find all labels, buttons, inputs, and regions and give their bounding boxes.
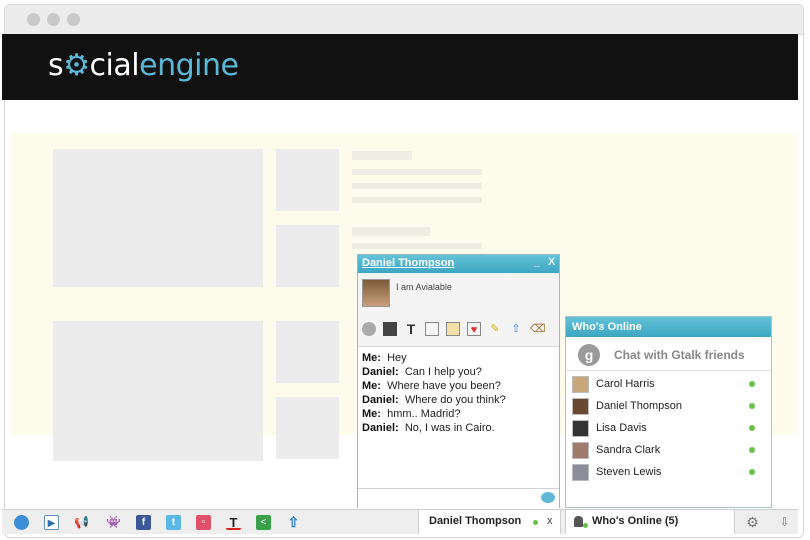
- friend-item[interactable]: Sandra Clark: [572, 441, 767, 461]
- placeholder-thumb: [276, 397, 339, 459]
- chat-message: Daniel: No, I was in Cairo.: [362, 422, 495, 434]
- logo-gear-icon: ⚙: [63, 48, 90, 83]
- settings-gear-icon[interactable]: ⚙: [745, 515, 760, 530]
- gtalk-connect[interactable]: g Chat with Gtalk friends: [566, 339, 771, 371]
- site-header: s⚙cialengine: [2, 34, 798, 100]
- whos-online-header: Who's Online: [566, 317, 771, 337]
- dock-chat-tab-close[interactable]: x: [547, 515, 553, 527]
- browser-titlebar: [5, 5, 803, 35]
- twitter-icon[interactable]: t: [166, 515, 181, 530]
- share-icon[interactable]: <: [256, 515, 271, 530]
- chat-message: Daniel: Can I help you?: [362, 366, 482, 378]
- placeholder-line: [352, 227, 430, 236]
- emoticon-icon[interactable]: [362, 322, 376, 336]
- logo-text-s: s: [48, 48, 64, 83]
- chat-contact-name[interactable]: Daniel Thompson: [362, 257, 454, 269]
- friend-name: Carol Harris: [596, 378, 655, 390]
- chat-close-button[interactable]: X: [548, 256, 555, 268]
- dock-chat-tab[interactable]: Daniel Thompson x: [418, 510, 561, 534]
- chat-message: Me: Where have you been?: [362, 380, 501, 392]
- dock-online-tab[interactable]: Who's Online (5): [565, 510, 735, 534]
- megaphone-icon[interactable]: 📢: [74, 515, 89, 530]
- whiteboard-icon[interactable]: [425, 322, 439, 336]
- friend-name: Daniel Thompson: [596, 400, 683, 412]
- online-status-dot: [749, 447, 755, 453]
- upload-icon[interactable]: ⇧: [286, 515, 301, 530]
- friend-avatar: [572, 398, 589, 415]
- window-zoom-dot[interactable]: [67, 13, 80, 26]
- chat-toolbar: T ♥ ✎ ⇧ ⌫: [358, 313, 559, 347]
- friend-item[interactable]: Lisa Davis: [572, 419, 767, 439]
- whos-online-panel: Who's Online g Chat with Gtalk friends C…: [565, 316, 772, 508]
- video-icon[interactable]: ▶: [44, 515, 59, 530]
- dock-online-tab-label: Who's Online (5): [592, 515, 679, 527]
- contact-avatar[interactable]: [362, 279, 390, 307]
- pencil-icon[interactable]: ✎: [488, 322, 502, 336]
- placeholder-thumb: [276, 321, 339, 383]
- placeholder-thumb: [276, 149, 339, 211]
- dock-chat-tab-label: Daniel Thompson: [429, 515, 522, 527]
- placeholder-line: [352, 169, 482, 175]
- globe-icon[interactable]: [14, 515, 29, 530]
- friend-avatar: [572, 464, 589, 481]
- bottom-dock: ▶ 📢 👾 f t ▫ T < ⇧ Daniel Thompson x Who'…: [2, 509, 798, 534]
- chat-input[interactable]: [358, 488, 559, 508]
- upload-icon[interactable]: ⇧: [509, 322, 523, 336]
- friend-name: Lisa Davis: [596, 422, 647, 434]
- chat-messages: Me: Hey Daniel: Can I help you? Me: Wher…: [362, 351, 557, 435]
- friend-item[interactable]: Steven Lewis: [572, 463, 767, 483]
- placeholder-line: [352, 151, 412, 160]
- site-logo[interactable]: s⚙cialengine: [48, 48, 239, 83]
- placeholder-line: [352, 183, 482, 189]
- chat-profile: I am Avialable: [358, 273, 559, 313]
- gtalk-label: Chat with Gtalk friends: [614, 348, 745, 362]
- friend-avatar: [572, 442, 589, 459]
- notes-icon[interactable]: [446, 322, 460, 336]
- chat-message: Me: hmm.. Madrid?: [362, 408, 461, 420]
- cards-icon[interactable]: ♥: [467, 322, 481, 336]
- window-icon[interactable]: ▫: [196, 515, 211, 530]
- chat-header: Daniel Thompson _ X: [358, 255, 559, 273]
- friend-name: Steven Lewis: [596, 466, 662, 478]
- placeholder-thumb: [276, 225, 339, 287]
- gtalk-icon: g: [578, 344, 600, 366]
- friend-avatar: [572, 376, 589, 393]
- online-status-dot: [749, 425, 755, 431]
- placeholder-image: [53, 321, 263, 461]
- window-close-dot[interactable]: [27, 13, 40, 26]
- chat-window: Daniel Thompson _ X I am Avialable T ♥ ✎…: [357, 254, 560, 508]
- placeholder-image: [53, 149, 263, 287]
- online-status-dot: [749, 403, 755, 409]
- online-status-dot: [533, 520, 538, 525]
- text-icon[interactable]: T: [226, 515, 241, 530]
- clear-brush-icon[interactable]: ⌫: [530, 322, 546, 336]
- logo-text-cial: cial: [89, 48, 140, 83]
- facebook-icon[interactable]: f: [136, 515, 151, 530]
- send-bubble-icon[interactable]: [541, 492, 555, 503]
- online-status-dot: [749, 469, 755, 475]
- collapse-down-icon[interactable]: ⇩: [777, 515, 792, 530]
- friend-avatar: [572, 420, 589, 437]
- online-status-dot: [749, 381, 755, 387]
- chat-message: Me: Hey: [362, 352, 407, 364]
- user-icon: [574, 516, 583, 527]
- chat-message: Daniel: Where do you think?: [362, 394, 506, 406]
- friend-item[interactable]: Daniel Thompson: [572, 397, 767, 417]
- placeholder-line: [352, 197, 482, 203]
- friend-name: Sandra Clark: [596, 444, 661, 456]
- window-minimize-dot[interactable]: [47, 13, 60, 26]
- contact-status: I am Avialable: [396, 282, 452, 292]
- placeholder-line: [352, 243, 482, 249]
- screen-share-icon[interactable]: [383, 322, 397, 336]
- whos-online-title: Who's Online: [572, 321, 642, 333]
- text-format-icon[interactable]: T: [404, 322, 418, 336]
- friend-item[interactable]: Carol Harris: [572, 375, 767, 395]
- chat-minimize-button[interactable]: _: [534, 256, 540, 268]
- online-status-dot: [583, 523, 588, 528]
- invader-icon[interactable]: 👾: [106, 515, 121, 530]
- logo-text-engine: engine: [139, 48, 239, 83]
